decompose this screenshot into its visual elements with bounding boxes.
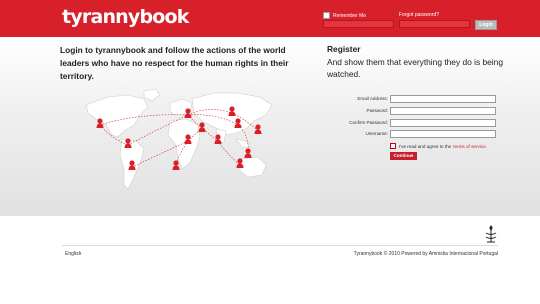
login-button[interactable]: Login: [475, 20, 497, 30]
register-subtitle: And show them that everything they do is…: [327, 57, 503, 79]
person-marker-icon: [244, 148, 252, 158]
intro-text: Login to tyrannybook and follow the acti…: [60, 45, 289, 81]
confirm-password-field[interactable]: [390, 119, 496, 127]
password-label: Password:: [366, 108, 388, 113]
terms-link[interactable]: terms of service.: [453, 144, 487, 149]
email-field[interactable]: [390, 95, 496, 103]
person-marker-icon: [198, 122, 206, 132]
terms-row: I've read and agree to the terms of serv…: [390, 143, 487, 149]
top-bar: tyrannybook Remember Me Forgot password?…: [0, 0, 540, 37]
remember-me[interactable]: Remember Me: [323, 12, 366, 19]
terms-checkbox[interactable]: [390, 143, 396, 149]
email-label: Email Address:: [357, 96, 388, 101]
remember-label: Remember Me: [333, 12, 367, 19]
confirm-password-label: Confirm Password:: [349, 120, 388, 125]
world-map-icon: [85, 88, 273, 190]
password-field[interactable]: [390, 107, 496, 115]
footer-divider: [62, 245, 498, 246]
terms-text: I've read and agree to the: [399, 143, 452, 149]
continue-button[interactable]: Continue: [390, 152, 417, 160]
person-marker-icon: [254, 124, 262, 134]
person-marker-icon: [172, 160, 180, 170]
language-selector[interactable]: English: [65, 251, 81, 257]
copyright-text: Tyrannybook © 2010 Powered by Amnistia I…: [353, 251, 498, 257]
logo[interactable]: tyrannybook: [62, 6, 189, 28]
username-label: Username:: [365, 131, 388, 136]
login-password-input[interactable]: [399, 20, 470, 28]
register-title: Register: [327, 44, 361, 54]
username-field[interactable]: [390, 130, 496, 138]
candle-logo-icon: [485, 225, 497, 243]
forgot-password-link[interactable]: Forgot password?: [399, 12, 439, 18]
remember-checkbox[interactable]: [323, 12, 330, 19]
login-email-input[interactable]: [323, 20, 394, 28]
